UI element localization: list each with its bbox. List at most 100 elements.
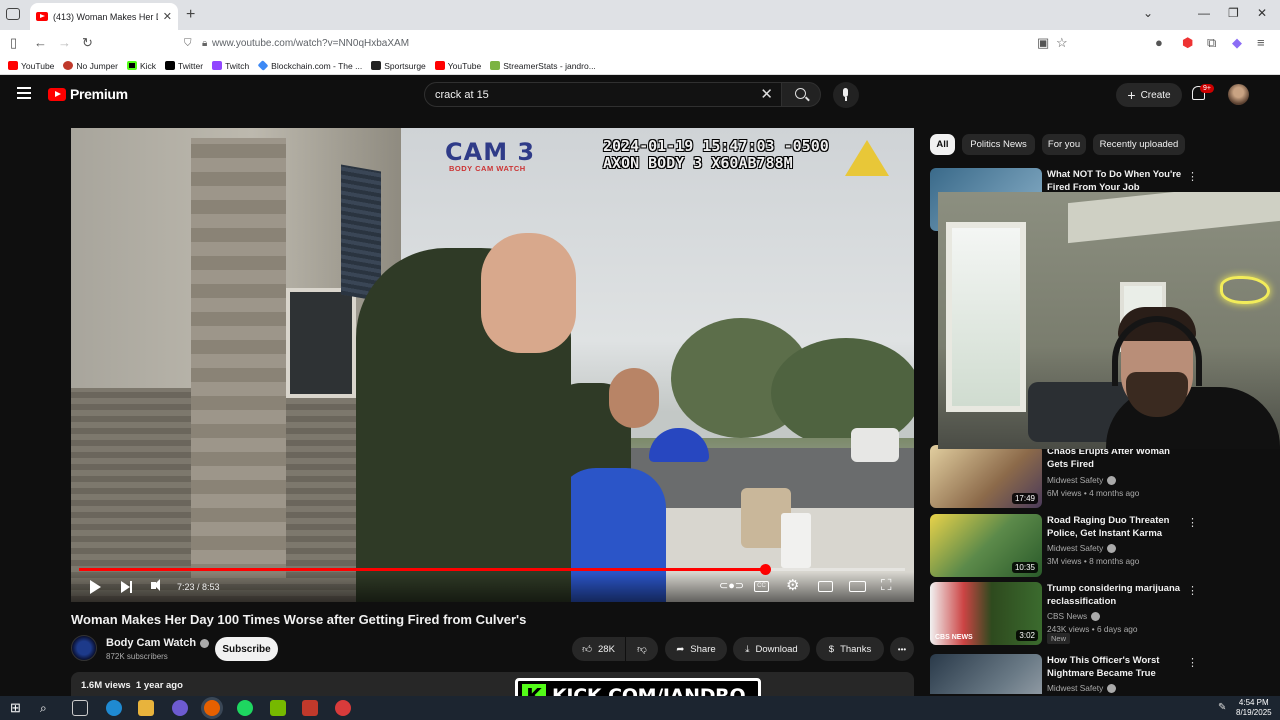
fullscreen-icon[interactable]: ⛶	[881, 578, 892, 594]
next-icon[interactable]	[121, 581, 132, 593]
thanks-button[interactable]: $ Thanks	[816, 637, 884, 661]
forward-icon[interactable]: →	[58, 35, 71, 50]
recommendation-item[interactable]: 17:49 Chaos Erupts After Woman Gets Fire…	[930, 445, 1270, 509]
chip-politics-news[interactable]: Politics News	[962, 134, 1035, 155]
back-icon[interactable]: ←	[34, 35, 47, 50]
chip-for-you[interactable]: For you	[1042, 134, 1086, 155]
bookmark-youtube-2[interactable]: YouTube	[434, 61, 481, 71]
rec-channel-name: CBS News	[1047, 611, 1088, 621]
search-icon[interactable]: ⌕	[40, 700, 56, 716]
recommendation-item[interactable]: CBS NEWS 3:02 Trump considering marijuan…	[930, 582, 1270, 646]
obs-icon[interactable]	[335, 700, 351, 716]
system-clock[interactable]: 4:54 PM 8/19/2025	[1236, 698, 1272, 718]
progress-bar[interactable]	[79, 564, 905, 575]
windows-start-icon[interactable]: ⊞	[10, 700, 26, 716]
guide-menu-icon[interactable]	[17, 87, 31, 99]
thumbs-up-icon: 👍︎	[582, 644, 593, 655]
channel-name[interactable]: Body Cam Watch	[106, 637, 210, 649]
subscribe-button[interactable]: Subscribe	[215, 637, 278, 661]
account-avatar[interactable]	[1228, 84, 1249, 105]
duration-badge: 10:35	[1011, 562, 1038, 573]
channel-name-text: Body Cam Watch	[106, 637, 197, 649]
miniplayer-icon[interactable]	[818, 581, 833, 592]
voice-search-button[interactable]	[833, 82, 859, 108]
bookmark-twitter[interactable]: Twitter	[165, 61, 203, 71]
streamer-webcam	[938, 192, 1280, 449]
verified-icon	[1107, 476, 1117, 486]
file-explorer-icon[interactable]	[138, 700, 154, 716]
more-actions-button[interactable]: •••	[890, 637, 914, 661]
close-window-button[interactable]: ✕	[1257, 6, 1267, 20]
tab-search-icon[interactable]: ⌄	[1143, 6, 1153, 20]
firefox-icon[interactable]	[204, 700, 220, 716]
task-view-icon[interactable]	[72, 700, 88, 716]
new-tab-button[interactable]: +	[186, 6, 195, 24]
menu-icon[interactable]: ≡	[1257, 35, 1265, 50]
chip-all[interactable]: All	[930, 134, 955, 155]
create-button[interactable]: + Create	[1116, 83, 1182, 107]
download-button[interactable]: ⤓ Download	[733, 637, 810, 661]
tab-list-icon[interactable]	[6, 8, 20, 20]
video-title: Woman Makes Her Day 100 Times Worse afte…	[71, 612, 527, 627]
windows-taskbar: ⊞ ⌕ ✎ 4:54 PM 8/19/2025	[0, 696, 1280, 720]
nvidia-icon[interactable]	[270, 700, 286, 716]
thanks-label: Thanks	[840, 643, 872, 655]
account-icon[interactable]: ●	[1155, 35, 1163, 50]
more-options-icon[interactable]: ⋮	[1187, 170, 1198, 183]
play-icon[interactable]	[90, 580, 101, 594]
bookmark-streamerstats[interactable]: StreamerStats - jandro...	[490, 61, 596, 71]
spotify-icon[interactable]	[237, 700, 253, 716]
bookmark-blockchain[interactable]: Blockchain.com - The ...	[257, 60, 362, 71]
share-button[interactable]: ➦ Share	[665, 637, 727, 661]
lock-icon: 🔒︎	[202, 37, 208, 49]
more-options-icon[interactable]: ⋮	[1187, 656, 1198, 669]
video-player[interactable]: CAM 3 BODY CAM WATCH 2024-01-19 15:47:03…	[71, 128, 914, 602]
search-query: crack at 15	[435, 88, 489, 101]
autoplay-toggle-icon[interactable]: ⊂●⊃	[719, 578, 744, 594]
youtube-logo[interactable]: Premium	[48, 86, 128, 102]
dislike-button[interactable]: 👎︎	[626, 637, 658, 661]
bodycam-timestamp-line1: 2024-01-19 15:47:03 -0500	[603, 137, 829, 155]
volume-icon[interactable]	[151, 579, 160, 591]
edge-icon[interactable]	[106, 700, 122, 716]
app-icon[interactable]	[302, 700, 318, 716]
chip-recently-uploaded[interactable]: Recently uploaded	[1093, 134, 1185, 155]
maximize-button[interactable]: ❐	[1228, 6, 1239, 20]
clear-search-icon[interactable]: ✕	[760, 85, 773, 103]
recommendation-item[interactable]: How This Officer's Worst Nightmare Becam…	[930, 654, 1270, 694]
rec-channel: CBS News	[1047, 611, 1101, 622]
picture-in-picture-icon[interactable]: ▣	[1037, 35, 1049, 51]
bookmark-star-icon[interactable]: ☆	[1056, 35, 1068, 51]
bookmark-youtube[interactable]: YouTube	[8, 61, 54, 71]
captions-icon[interactable]: CC	[754, 581, 769, 592]
description-box[interactable]: 1.6M views 1 year ago	[71, 672, 914, 696]
discord-icon[interactable]	[172, 700, 188, 716]
shield-icon[interactable]: ⛉	[184, 38, 192, 49]
bookmark-no-jumper[interactable]: No Jumper	[63, 61, 118, 71]
recommendation-item[interactable]: 10:35 Road Raging Duo Threaten Police, G…	[930, 514, 1270, 578]
bookmark-twitch[interactable]: Twitch	[212, 61, 249, 71]
tab-close-button[interactable]: ✕	[163, 10, 172, 23]
like-button[interactable]: 👍︎ 28K	[572, 637, 625, 661]
assistant-icon[interactable]: ◆	[1232, 35, 1242, 51]
bookmark-sportsurge[interactable]: Sportsurge	[371, 61, 426, 71]
clock-date: 8/19/2025	[1236, 708, 1272, 717]
duration-badge: 17:49	[1011, 493, 1038, 504]
extensions-icon[interactable]: ⧉	[1207, 35, 1216, 51]
reload-icon[interactable]: ↻	[82, 35, 93, 51]
sidebar-toggle-icon[interactable]: ▯	[10, 35, 17, 51]
minimize-button[interactable]: —	[1198, 6, 1210, 20]
search-input[interactable]: crack at 15 ✕	[424, 82, 782, 107]
search-button[interactable]	[781, 82, 821, 107]
browser-tab[interactable]: (413) Woman Makes Her Day 10 ✕	[30, 3, 178, 30]
theater-mode-icon[interactable]	[849, 581, 866, 592]
settings-gear-icon[interactable]: ⚙	[786, 578, 799, 594]
channel-avatar[interactable]	[71, 635, 97, 661]
pen-icon[interactable]: ✎	[1218, 700, 1234, 716]
address-bar[interactable]: ⛉ 🔒︎ www.youtube.com/watch?v=NN0qHxbaXAM	[176, 32, 1076, 54]
youtube-header: Premium crack at 15 ✕ + Create	[0, 76, 1280, 114]
more-options-icon[interactable]: ⋮	[1187, 584, 1198, 597]
more-options-icon[interactable]: ⋮	[1187, 516, 1198, 529]
bookmark-kick[interactable]: Kick	[126, 61, 156, 71]
adblock-icon[interactable]: ⬢	[1182, 35, 1193, 51]
